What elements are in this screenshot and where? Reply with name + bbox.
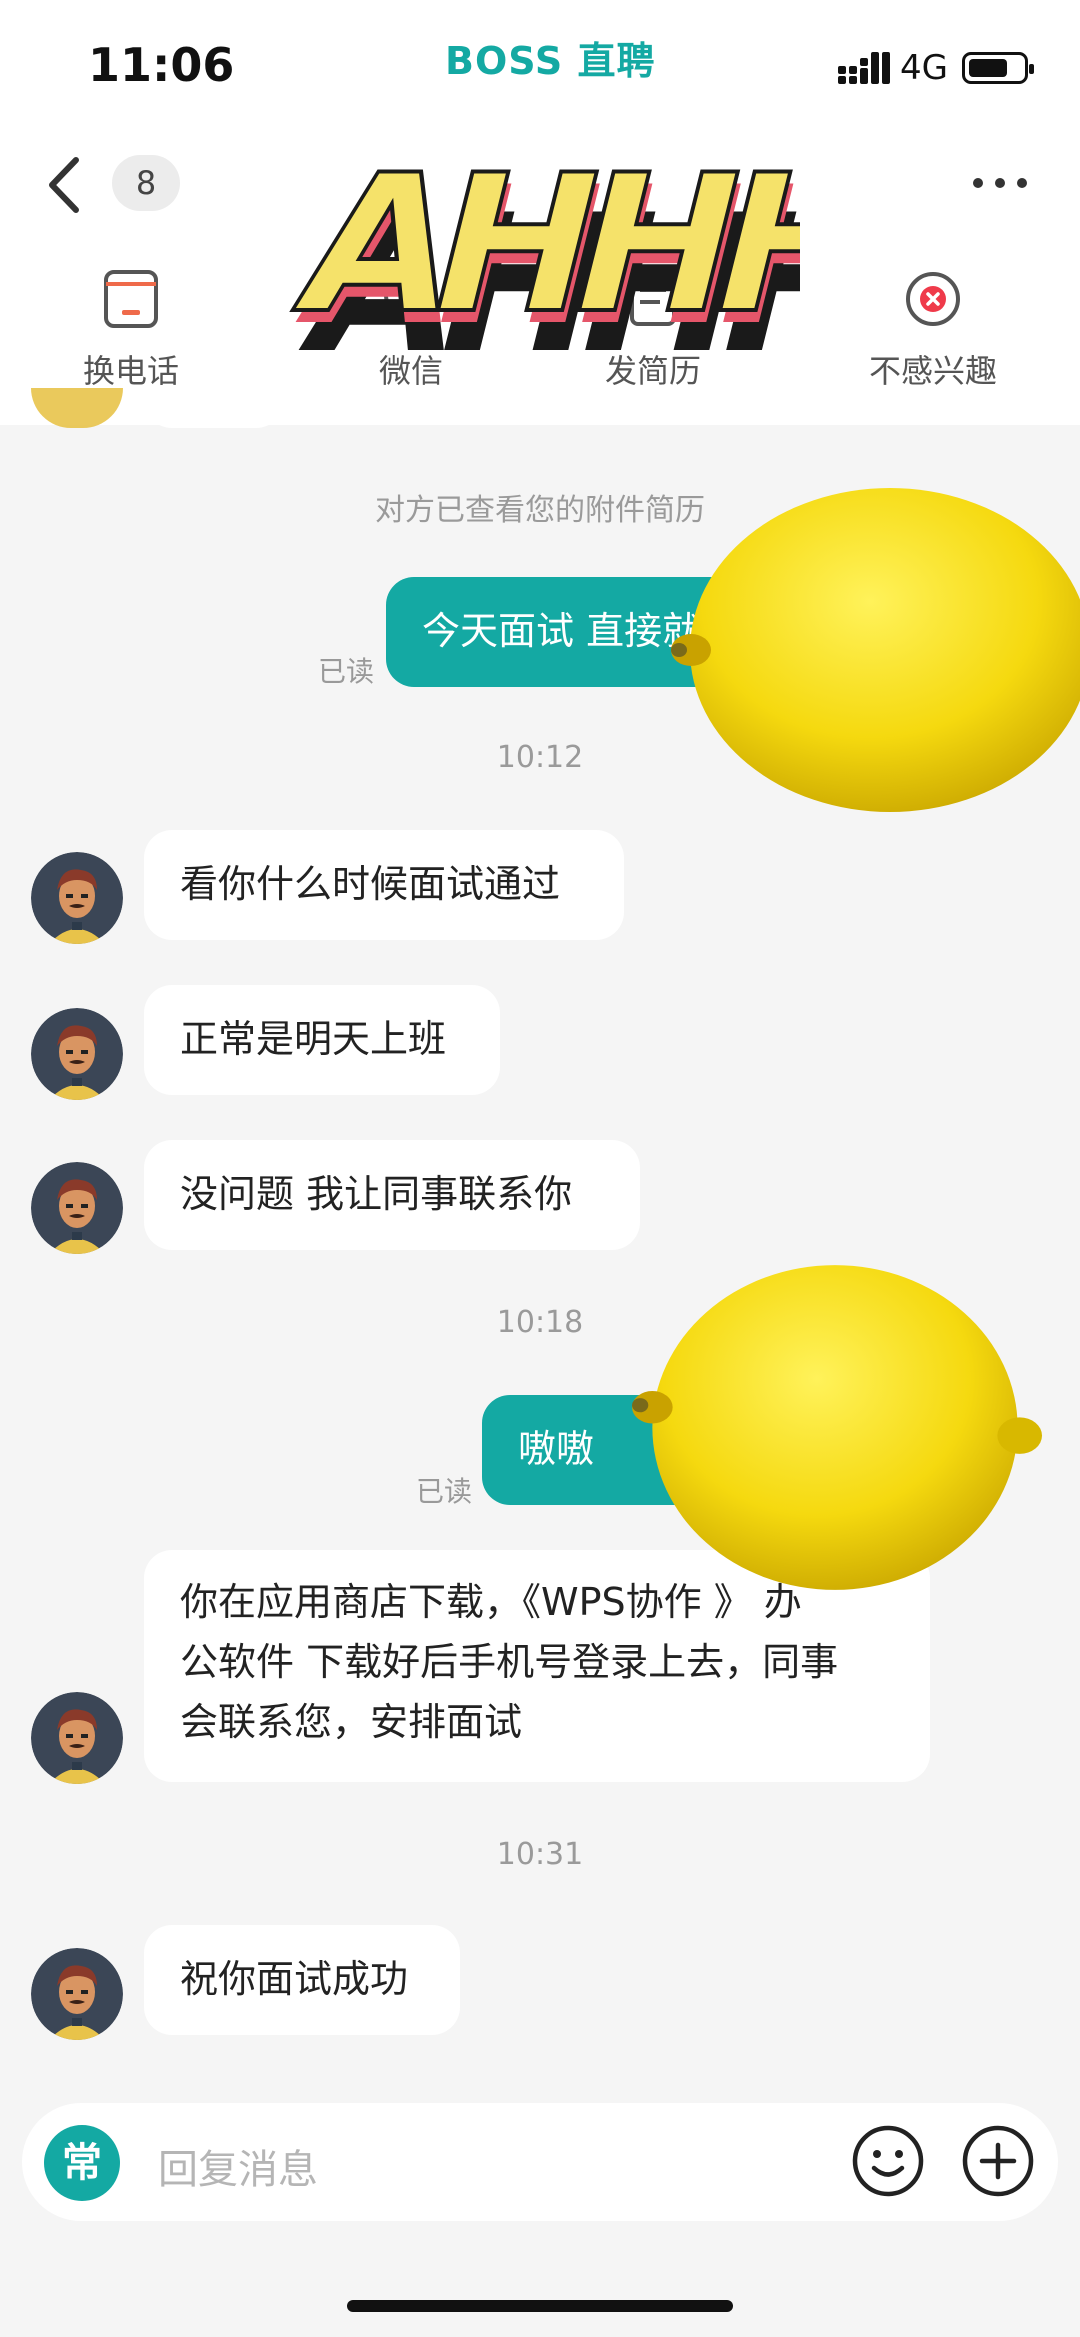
back-button[interactable]	[40, 150, 90, 220]
battery-icon	[962, 52, 1034, 84]
network-label: 4G	[900, 48, 948, 88]
message-text: 没问题 我让同事联系你	[180, 1172, 573, 1216]
lemon-sticker	[632, 1265, 1042, 1590]
not-interested-icon	[906, 272, 960, 326]
message-line: 会联系您，安排面试	[180, 1700, 523, 1744]
quick-reply-button[interactable]: 常	[44, 2125, 120, 2201]
message-text: 今天面试 直接就	[422, 609, 701, 653]
avatar[interactable]	[31, 1692, 123, 1784]
message-bubble-incoming[interactable]: 正常是明天上班	[144, 985, 500, 1095]
unread-badge: 8	[112, 155, 180, 211]
read-status: 已读	[318, 655, 375, 688]
home-indicator	[347, 2300, 733, 2312]
message-bubble-incoming[interactable]: 看你什么时候面试通过	[144, 830, 624, 940]
status-time: 11:06	[88, 38, 235, 92]
more-icon[interactable]	[970, 165, 1030, 201]
action-not-interested[interactable]: 不感兴趣	[848, 270, 1018, 392]
avatar[interactable]	[31, 852, 123, 944]
message-bubble-incoming[interactable]: 没问题 我让同事联系你	[144, 1140, 640, 1250]
plus-icon[interactable]	[960, 2123, 1036, 2199]
lemon-sticker	[671, 488, 1080, 812]
svg-text:AHHHH!: AHHHH!	[280, 134, 800, 356]
ahhhh-sticker: AHHHH! AHHHH! AHHHH!	[280, 132, 800, 396]
message-line: 公软件 下载好后手机号登录上去，同事	[180, 1640, 839, 1684]
message-text: 正常是明天上班	[180, 1017, 447, 1061]
reply-input[interactable]: 回复消息	[158, 2137, 318, 2195]
message-text: 嗷嗷	[518, 1427, 595, 1471]
action-change-phone[interactable]: 换电话	[46, 270, 216, 392]
timestamp: 10:31	[496, 1837, 584, 1872]
emoji-icon[interactable]	[850, 2123, 926, 2199]
message-text: 看你什么时候面试通过	[180, 862, 561, 906]
avatar[interactable]	[31, 1008, 123, 1100]
message-bubble-partial	[144, 388, 284, 428]
phone-swap-icon	[104, 270, 158, 328]
message-bubble-incoming[interactable]: 祝你面试成功	[144, 1925, 460, 2035]
avatar[interactable]	[31, 1948, 123, 2040]
signal-icon	[838, 52, 890, 84]
message-text: 祝你面试成功	[180, 1957, 409, 2001]
avatar[interactable]	[31, 1162, 123, 1254]
read-status: 已读	[416, 1475, 473, 1508]
